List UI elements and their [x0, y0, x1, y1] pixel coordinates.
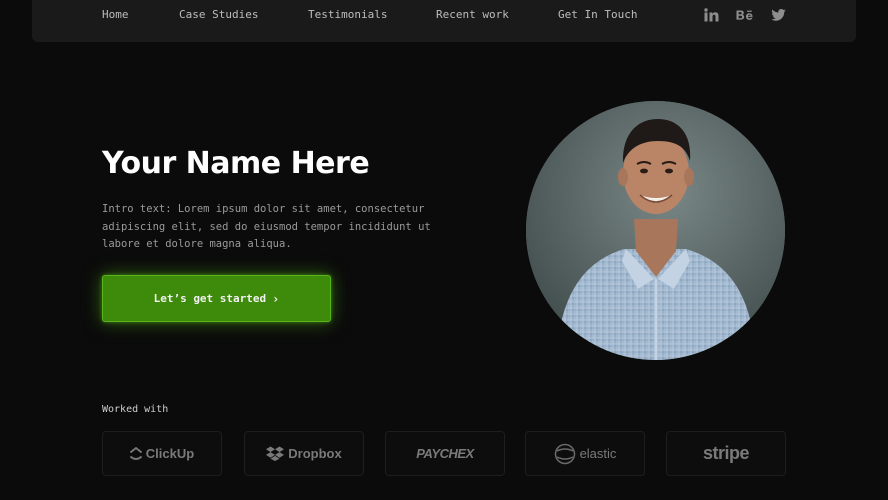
worked-with-label: Worked with [102, 404, 169, 415]
paychex-logo-card: PAYCHEX [385, 431, 505, 476]
clickup-logo-text: ClickUp [145, 446, 195, 461]
elastic-logo-text: elastic [579, 446, 617, 461]
nav-link-testimonials[interactable]: Testimonials [308, 8, 387, 21]
dropbox-logo-text: Dropbox [288, 446, 342, 461]
get-started-button[interactable]: Let’s get started › [102, 275, 331, 322]
hero-title: Your Name Here [102, 146, 370, 181]
dropbox-logo-card: Dropbox [244, 431, 364, 476]
stripe-logo-card: stripe [666, 431, 786, 476]
profile-photo [526, 101, 785, 360]
nav-link-home[interactable]: Home [102, 8, 129, 21]
paychex-logo-text: PAYCHEX [416, 446, 474, 461]
clickup-logo-card: ClickUp [102, 431, 222, 476]
elastic-icon [554, 443, 575, 464]
get-started-label: Let’s get started [153, 292, 267, 305]
nav-link-get-in-touch[interactable]: Get In Touch [558, 8, 637, 21]
linkedin-icon[interactable] [702, 7, 720, 23]
elastic-logo-card: elastic [525, 431, 645, 476]
clickup-icon [129, 446, 142, 460]
behance-icon[interactable] [736, 7, 754, 23]
nav-link-recent-work[interactable]: Recent work [436, 8, 509, 21]
nav-link-case-studies[interactable]: Case Studies [179, 8, 258, 21]
dropbox-icon [266, 446, 285, 461]
hero-intro-text: Intro text: Lorem ipsum dolor sit amet, … [102, 203, 431, 250]
twitter-icon[interactable] [769, 7, 787, 23]
top-navbar: Home Case Studies Testimonials Recent wo… [32, 0, 856, 42]
stripe-logo-text: stripe [702, 443, 750, 463]
chevron-right-icon: › [272, 291, 280, 306]
